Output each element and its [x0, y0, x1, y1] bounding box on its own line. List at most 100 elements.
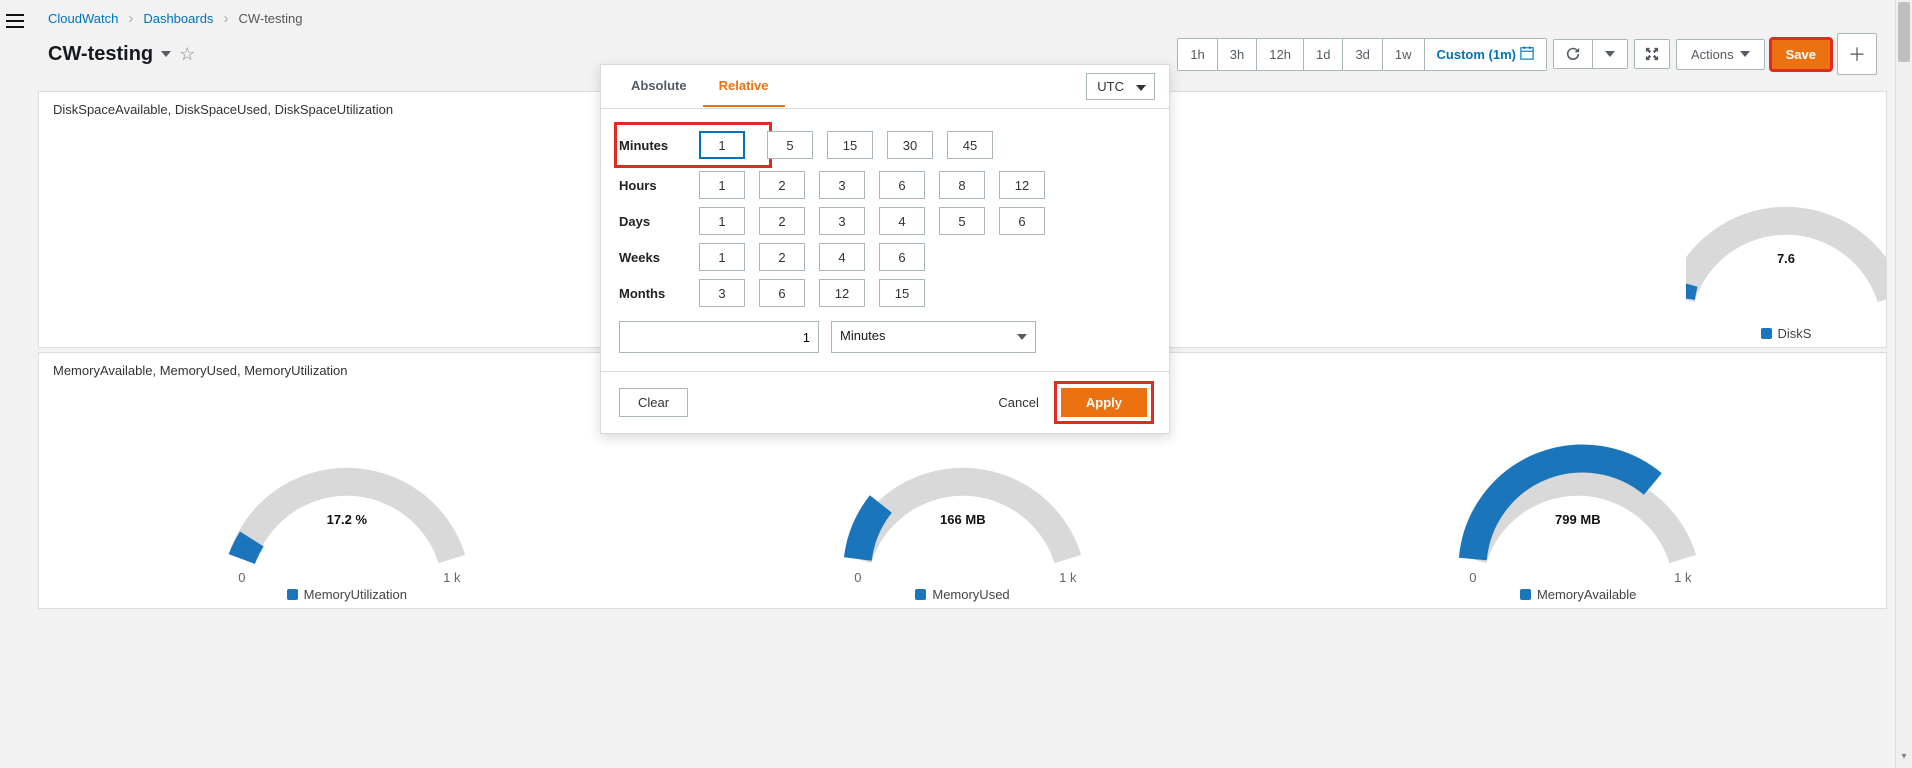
axis-min: 0: [854, 570, 861, 584]
breadcrumb: CloudWatch › Dashboards › CW-testing: [30, 0, 1895, 27]
hours-12[interactable]: 12: [999, 171, 1045, 199]
legend-label: MemoryUsed: [932, 587, 1009, 602]
chevron-down-icon: [1136, 85, 1146, 91]
favorite-star-icon[interactable]: ☆: [179, 44, 195, 65]
days-6[interactable]: 6: [999, 207, 1045, 235]
chevron-down-icon: [1017, 334, 1027, 340]
legend-dot: [1761, 328, 1772, 339]
svg-text:166 MB: 166 MB: [940, 512, 986, 527]
axis-min: 0: [1470, 570, 1477, 584]
time-1w[interactable]: 1w: [1383, 39, 1425, 70]
minutes-1[interactable]: 1: [699, 131, 745, 159]
minutes-label: Minutes: [619, 138, 699, 153]
gauge-mem-available: 799 MB 0 1 k MemoryAvailable: [1270, 384, 1886, 608]
custom-unit-select[interactable]: Minutes: [831, 321, 1036, 353]
minutes-45[interactable]: 45: [947, 131, 993, 159]
calendar-icon: [1520, 46, 1534, 63]
axis-max: 1 k: [443, 570, 461, 584]
time-1d[interactable]: 1d: [1304, 39, 1343, 70]
legend-dot: [287, 589, 298, 600]
time-12h[interactable]: 12h: [1257, 39, 1304, 70]
gauge-value: 799: [1555, 512, 1577, 527]
legend-dot: [1520, 589, 1531, 600]
time-3h[interactable]: 3h: [1218, 39, 1257, 70]
custom-value-input[interactable]: [619, 321, 819, 353]
legend-label: MemoryUtilization: [304, 587, 407, 602]
time-1h[interactable]: 1h: [1178, 39, 1217, 70]
gauge-value: 7.6: [1777, 251, 1795, 266]
breadcrumb-dashboards[interactable]: Dashboards: [143, 11, 213, 26]
axis-min: 0: [238, 570, 245, 584]
save-button[interactable]: Save: [1771, 39, 1831, 70]
refresh-group: [1553, 39, 1628, 69]
minutes-15[interactable]: 15: [827, 131, 873, 159]
days-3[interactable]: 3: [819, 207, 865, 235]
breadcrumb-cloudwatch[interactable]: CloudWatch: [48, 11, 118, 26]
weeks-4[interactable]: 4: [819, 243, 865, 271]
hamburger-menu[interactable]: [0, 10, 30, 32]
days-5[interactable]: 5: [939, 207, 985, 235]
actions-dropdown[interactable]: Actions: [1676, 39, 1765, 70]
time-3d[interactable]: 3d: [1343, 39, 1382, 70]
gauge-unit: %: [356, 512, 368, 527]
time-range-popover: Absolute Relative UTC Minutes 1 5 15 30 …: [600, 64, 1170, 434]
scroll-down[interactable]: ▾: [1896, 751, 1912, 768]
add-widget-button[interactable]: ＋: [1837, 33, 1877, 75]
months-6[interactable]: 6: [759, 279, 805, 307]
weeks-1[interactable]: 1: [699, 243, 745, 271]
scroll-thumb[interactable]: [1898, 2, 1910, 62]
gauge-unit: MB: [965, 512, 985, 527]
custom-unit-label: Minutes: [840, 328, 886, 343]
chevron-right-icon: ›: [128, 10, 133, 27]
refresh-interval-dropdown[interactable]: [1593, 40, 1627, 68]
cancel-button[interactable]: Cancel: [998, 395, 1038, 410]
gauge-value: 17.2: [327, 512, 352, 527]
axis-max: 1 k: [1675, 570, 1693, 584]
minutes-30[interactable]: 30: [887, 131, 933, 159]
legend-dot: [915, 589, 926, 600]
months-label: Months: [619, 286, 699, 301]
hours-1[interactable]: 1: [699, 171, 745, 199]
hours-3[interactable]: 3: [819, 171, 865, 199]
breadcrumb-current: CW-testing: [238, 11, 302, 26]
refresh-button[interactable]: [1554, 40, 1593, 68]
vertical-scrollbar[interactable]: ▴ ▾: [1895, 0, 1912, 768]
weeks-2[interactable]: 2: [759, 243, 805, 271]
legend-label: DiskS: [1778, 326, 1812, 341]
actions-label: Actions: [1691, 47, 1734, 62]
time-custom[interactable]: Custom (1m): [1425, 39, 1546, 70]
minutes-5[interactable]: 5: [767, 131, 813, 159]
weeks-6[interactable]: 6: [879, 243, 925, 271]
days-label: Days: [619, 214, 699, 229]
clear-button[interactable]: Clear: [619, 388, 688, 417]
chevron-down-icon: [1740, 51, 1750, 57]
time-range-group: 1h 3h 12h 1d 3d 1w Custom (1m): [1177, 38, 1547, 71]
tab-absolute[interactable]: Absolute: [615, 66, 703, 107]
title-dropdown[interactable]: [161, 51, 171, 57]
hours-2[interactable]: 2: [759, 171, 805, 199]
hours-6[interactable]: 6: [879, 171, 925, 199]
legend-label: MemoryAvailable: [1537, 587, 1636, 602]
axis-max: 1 k: [1059, 570, 1077, 584]
timezone-label: UTC: [1097, 79, 1124, 94]
tab-relative[interactable]: Relative: [703, 66, 785, 107]
months-15[interactable]: 15: [879, 279, 925, 307]
apply-button[interactable]: Apply: [1061, 388, 1147, 417]
svg-text:799 MB: 799 MB: [1555, 512, 1601, 527]
days-4[interactable]: 4: [879, 207, 925, 235]
weeks-label: Weeks: [619, 250, 699, 265]
gauge-unit: MB: [1581, 512, 1601, 527]
time-custom-label: Custom (1m): [1437, 47, 1516, 62]
expand-button[interactable]: [1634, 39, 1670, 69]
svg-text:17.2 %: 17.2 %: [327, 512, 368, 527]
timezone-select[interactable]: UTC: [1086, 73, 1155, 100]
days-2[interactable]: 2: [759, 207, 805, 235]
gauge-disk-clipped: 7.6 0 DiskS: [1686, 123, 1886, 347]
days-1[interactable]: 1: [699, 207, 745, 235]
hours-8[interactable]: 8: [939, 171, 985, 199]
gauge-value: 166: [940, 512, 962, 527]
months-3[interactable]: 3: [699, 279, 745, 307]
gauge-mem-utilization: 17.2 % 0 1 k MemoryUtilization: [39, 384, 655, 608]
hours-label: Hours: [619, 178, 699, 193]
months-12[interactable]: 12: [819, 279, 865, 307]
